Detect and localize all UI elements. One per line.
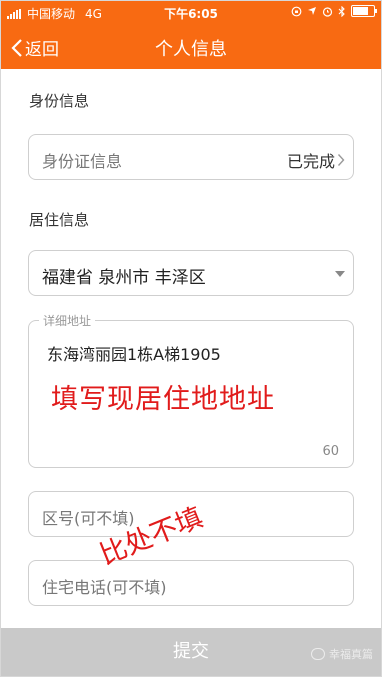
address-annotation: 填写现居住地地址	[51, 384, 275, 415]
status-bar: 中国移动 4G 下午6:05	[1, 1, 381, 25]
address-legend: 详细地址	[39, 312, 96, 329]
nav-bar: 返回 个人信息	[1, 25, 381, 69]
id-card-label: 身份证信息	[42, 152, 123, 171]
status-right	[291, 5, 377, 17]
address-value: 东海湾丽园1栋A梯1905	[47, 345, 221, 364]
alarm-icon	[322, 6, 333, 17]
identity-section-title: 身份信息	[29, 92, 90, 110]
caret-down-icon	[335, 271, 345, 277]
page-title: 个人信息	[155, 39, 227, 60]
chevron-right-icon	[337, 154, 345, 166]
watermark: 幸福真篇	[311, 646, 373, 662]
char-count: 60	[322, 444, 339, 459]
app-screen: 中国移动 4G 下午6:05 返回 个人信息 身份信息 身份证信息 已完成 居住…	[0, 0, 382, 677]
watermark-text: 幸福真篇	[329, 648, 373, 661]
id-status-text: 已完成	[286, 152, 335, 171]
id-card-status: 已完成	[287, 148, 345, 172]
rotation-lock-icon	[291, 6, 302, 16]
region-select[interactable]: 福建省 泉州市 丰泽区	[28, 250, 354, 296]
location-icon	[308, 7, 316, 15]
region-value: 福建省 泉州市 丰泽区	[42, 268, 206, 288]
wechat-icon	[311, 648, 325, 660]
residence-section-title: 居住信息	[29, 211, 90, 229]
home-phone-placeholder: 住宅电话(可不填)	[42, 578, 167, 597]
id-card-field[interactable]: 身份证信息 已完成	[28, 134, 354, 180]
battery-icon	[351, 5, 377, 17]
battery-level	[353, 7, 368, 15]
address-textarea[interactable]: 详细地址 东海湾丽园1栋A梯1905 填写现居住地地址 60	[28, 312, 354, 468]
home-phone-input[interactable]: 住宅电话(可不填)	[28, 560, 354, 606]
bluetooth-icon	[338, 5, 345, 17]
